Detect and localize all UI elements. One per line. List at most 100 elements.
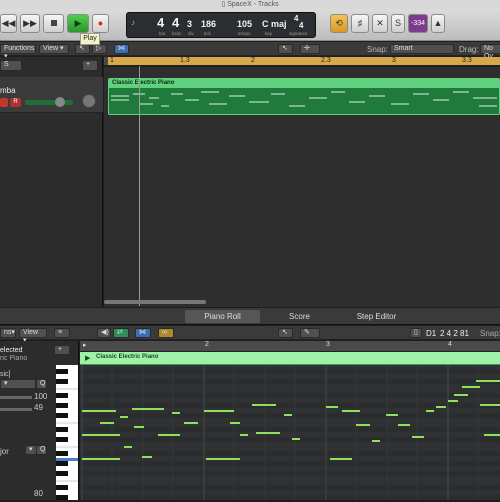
midi-region[interactable]: Classic Electric Piano (108, 78, 500, 115)
tab-step-editor[interactable]: Step Editor (339, 310, 414, 323)
velocity-value: 80 (34, 489, 43, 498)
catch-icon: ▷ (96, 45, 102, 52)
tempo-badge[interactable]: -334 (408, 14, 428, 33)
record-enable-button[interactable]: R (10, 98, 21, 107)
arrange-pointer-icon: ↖ (282, 45, 288, 52)
strength-slider[interactable] (0, 396, 32, 399)
editor-pointer-tool[interactable]: ↖ (278, 328, 293, 338)
pr-region-name: Classic Electric Piano (96, 354, 159, 360)
mute-button[interactable] (0, 98, 8, 107)
count-in-icon: S (394, 18, 401, 28)
strength-value: 100 (34, 392, 48, 401)
editor-toolbar: ns▾ View ▾ ≡ ◀) ⇄ ⋈ ∞ ↖ ✎ ▯ D1 2 4 2 81 … (0, 326, 500, 344)
lcd-div: 3 (187, 19, 193, 29)
playhead[interactable] (139, 66, 140, 306)
piano-keys-svg (56, 369, 78, 500)
scale-field[interactable]: jor (0, 447, 9, 456)
lcd-label-tick: tick (204, 31, 211, 36)
lcd-key: C maj (262, 19, 287, 29)
ruler-tick: 2.3 (321, 57, 331, 64)
record-button[interactable]: ● (92, 14, 109, 33)
midi-in-button[interactable]: ◀) (97, 328, 111, 338)
lcd-bar: 4 (157, 15, 165, 30)
lcd-label-signature: signature (289, 31, 308, 36)
region-title: Classic Electric Piano (109, 79, 499, 88)
flex-button[interactable]: ⋈ (114, 44, 129, 54)
snap-select[interactable]: Smart (390, 44, 454, 54)
drag-select[interactable]: No Ov (480, 44, 500, 60)
horizontal-scrollbar[interactable] (104, 300, 206, 304)
plus-icon: + (86, 61, 91, 68)
add-track-button[interactable]: + (82, 60, 98, 71)
play-button[interactable]: ▶ (67, 14, 89, 33)
play-tooltip: Play (80, 33, 100, 45)
pan-knob[interactable] (82, 94, 96, 108)
track-list: S + mba R (0, 57, 103, 307)
snap-label: Snap: (367, 45, 388, 54)
arrange-secondary-tool[interactable]: ✛ (300, 44, 320, 54)
rewind-icon: ◀◀ (1, 18, 16, 28)
ruler-tick: 2 (251, 57, 255, 64)
tuner-icon: ♯ (357, 18, 363, 28)
piano-roll-ruler[interactable]: ▸ 2 3 4 (80, 341, 500, 352)
selection-label: elected (0, 347, 23, 354)
functions-menu[interactable]: Functions ▾ (0, 44, 36, 60)
view-menu[interactable]: View ▾ (39, 44, 69, 54)
solo-mode-button[interactable]: ✕ (372, 14, 388, 33)
quantize-field[interactable]: sic] (0, 371, 11, 378)
inspector-plus-icon: + (58, 346, 63, 353)
link-button[interactable]: ⇄ (113, 328, 129, 338)
scale-q-button[interactable]: Q (36, 445, 47, 455)
pencil-tool[interactable]: ✎ (300, 328, 320, 338)
count-in-button[interactable]: S (391, 14, 405, 33)
list-icon: ≡ (58, 329, 63, 336)
piano-roll-notes (80, 365, 500, 500)
swing-slider[interactable] (0, 408, 32, 411)
cycle-range[interactable]: 1 1.3 2 2.3 3 3.3 (108, 57, 500, 65)
tab-piano-roll[interactable]: Piano Roll (185, 310, 260, 323)
lcd-display[interactable]: ♪ 4 4 3 186 105 C maj 4 4 bar beat div t… (126, 12, 316, 38)
editor-flex-button[interactable]: ⋈ (135, 328, 151, 338)
metronome-button[interactable]: ▲ (431, 14, 445, 33)
lcd-label-beat: beat (172, 31, 181, 36)
editor-pointer-icon: ↖ (282, 329, 288, 336)
global-solo-button[interactable]: S (0, 60, 22, 71)
pr-ruler-tick: 4 (448, 341, 452, 348)
quantize-select[interactable]: ▾ (0, 379, 36, 389)
lcd-label-div: div (188, 31, 194, 36)
arrange-pointer-tool[interactable]: ↖ (278, 44, 293, 54)
editor-view-menu[interactable]: View ▾ (19, 328, 47, 344)
editor-functions-menu[interactable]: ns▾ (0, 328, 16, 338)
main-toolbar: ◀◀ ▶▶ ▶ ● ♪ 4 4 3 186 105 C maj 4 4 bar … (0, 9, 500, 41)
quantize-menu[interactable]: ≡ (54, 328, 70, 338)
piano-roll-grid[interactable] (80, 365, 500, 500)
tab-score[interactable]: Score (262, 310, 337, 323)
track-header-row[interactable]: mba R (0, 77, 103, 113)
inspector-add-button[interactable]: + (54, 345, 70, 355)
tuner-button[interactable]: ♯ (351, 14, 369, 33)
region-play-icon: ▶ (85, 355, 91, 362)
cycle-button[interactable]: ⟲ (330, 14, 348, 33)
metronome-icon: ♪ (131, 18, 135, 27)
stop-button[interactable] (43, 14, 64, 33)
cycle-icon: ⟲ (335, 18, 343, 28)
volume-knob[interactable] (55, 97, 65, 107)
note-info-toggle[interactable]: ▯ (410, 328, 422, 338)
catch-button[interactable]: ▷ (92, 44, 107, 54)
scale-arrow-icon: ▾ (29, 446, 33, 453)
quantize-q-button[interactable]: Q (36, 379, 47, 389)
piano-roll-region-bar[interactable]: ▶ Classic Electric Piano (80, 352, 500, 365)
lcd-beat: 4 (172, 15, 180, 30)
track-name: mba (0, 86, 16, 95)
fast-forward-button[interactable]: ▶▶ (20, 14, 40, 33)
rewind-button[interactable]: ◀◀ (0, 14, 17, 33)
volume-slider[interactable] (25, 100, 73, 105)
pointer-tool[interactable]: ↖ (75, 44, 90, 54)
lcd-label-tempo: tempo (238, 31, 251, 36)
note-pitch: D1 (426, 329, 437, 338)
metronome-btn-icon: ▲ (433, 18, 443, 28)
flex-icon: ⋈ (118, 45, 125, 52)
ruler-tick: 3 (392, 57, 396, 64)
piano-keyboard[interactable] (56, 365, 78, 500)
catch-playhead-button[interactable]: ∞ (158, 328, 174, 338)
